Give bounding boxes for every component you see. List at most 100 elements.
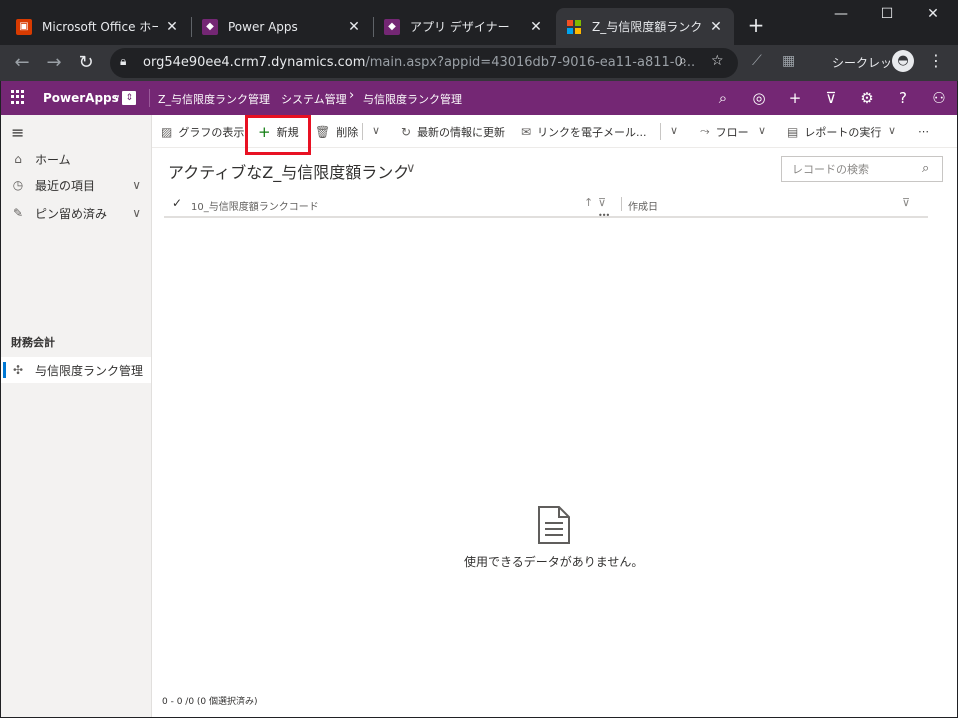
zoom-search-icon[interactable]: ⌕ (679, 53, 687, 69)
chevron-down-icon[interactable]: ∨ (670, 124, 678, 137)
chevron-right-icon: › (349, 88, 355, 103)
column-header-rank-code[interactable]: 10_与信限度額ランクコード (191, 198, 319, 213)
microsoft-icon (566, 19, 582, 35)
chevron-down-icon: ∨ (132, 206, 141, 220)
sidebar-item-recent[interactable]: ◷ 最近の項目 ∨ (1, 172, 151, 198)
view-title[interactable]: アクティブなZ_与信限度額ランク (168, 159, 409, 183)
incognito-icon[interactable]: ◓ (892, 50, 914, 72)
app-switcher[interactable]: ∨ ⇕ (113, 90, 141, 106)
user-icon[interactable]: ⚇ (929, 88, 949, 108)
chevron-down-icon[interactable]: ∨ (372, 124, 380, 137)
clock-icon: ◷ (12, 178, 24, 192)
show-chart-label: グラフの表示 (178, 125, 245, 139)
close-icon[interactable]: ✕ (346, 19, 362, 35)
browser-tabstrip: ▣ Microsoft Office ホーム ✕ ◆ Power Apps ✕ … (0, 0, 958, 45)
sidebar-item-home[interactable]: ⌂ ホーム (1, 146, 151, 172)
help-icon[interactable]: ? (893, 88, 913, 108)
chevron-down-icon[interactable]: ∨ (758, 124, 766, 137)
back-icon[interactable]: ← (10, 51, 34, 75)
switch-icon: ⇕ (122, 91, 137, 105)
puzzle-icon: ✣ (12, 363, 24, 377)
tab-title: Power Apps (228, 19, 298, 34)
browser-toolbar: ← → ↻ 🔒︎ org54e90ee4.crm7.dynamics.com/m… (0, 45, 958, 81)
chrome-menu-icon[interactable]: ⋮ (928, 51, 944, 70)
office-icon: ▣ (16, 18, 32, 35)
browser-tab-active[interactable]: Z_与信限度額ランク ア ✕ (556, 8, 734, 45)
refresh-icon: ↻ (401, 124, 412, 139)
chevron-down-icon[interactable]: ∨ (406, 161, 416, 176)
app-name[interactable]: PowerApps (43, 91, 119, 105)
trash-icon: 🗑︎ (315, 124, 331, 139)
breadcrumb-area[interactable]: システム管理 (281, 91, 347, 107)
chevron-down-icon[interactable]: ∨ (888, 124, 896, 137)
lock-icon: 🔒︎ (120, 54, 127, 68)
dynamics-app: PowerApps ∨ ⇕ Z_与信限度ランク管理 システム管理 › 与信限度ラ… (1, 81, 957, 717)
plus-icon[interactable]: + (785, 88, 805, 108)
record-search: ⌕ (781, 156, 943, 182)
delete-label: 削除 (336, 125, 359, 139)
breadcrumb-app[interactable]: Z_与信限度ランク管理 (158, 91, 270, 107)
browser-tab-powerapps[interactable]: ◆ Power Apps ✕ (192, 8, 372, 45)
more-icon: ⋯ (918, 125, 929, 138)
filter-icon[interactable]: ⊽ (598, 196, 606, 209)
star-icon[interactable]: ☆ (711, 53, 724, 69)
sidebar-item-pinned[interactable]: ✎ ピン留め済み ∨ (1, 200, 151, 226)
search-icon[interactable]: ⌕ (713, 88, 733, 108)
hamburger-icon[interactable]: ≡ (11, 123, 24, 142)
column-header-created-on[interactable]: 作成日 (628, 198, 658, 213)
run-report-button[interactable]: ▤ レポートの実行 (787, 115, 881, 148)
grid-header: ✓ 10_与信限度額ランクコード ↑ ⊽ ••• 作成日 ⊽ (164, 192, 928, 220)
column-resize-icon[interactable]: ••• (598, 211, 610, 220)
minimize-icon[interactable]: — (818, 6, 864, 22)
sidebar-item-credit-rank[interactable]: ✣ 与信限度ランク管理 (1, 357, 151, 383)
target-icon[interactable]: ◎ (749, 88, 769, 108)
filter-icon[interactable]: ⊽ (902, 196, 910, 209)
more-commands-button[interactable]: ⋯ (918, 115, 929, 148)
url-host: org54e90ee4.crm7.dynamics.com (143, 55, 366, 70)
close-icon[interactable]: ✕ (708, 19, 724, 35)
command-divider (660, 123, 661, 140)
browser-tab-office[interactable]: ▣ Microsoft Office ホーム ✕ (6, 8, 190, 45)
show-chart-button[interactable]: ▨ グラフの表示 (161, 115, 244, 148)
maximize-icon[interactable]: ☐ (864, 6, 910, 22)
sidebar-item-label: 与信限度ランク管理 (35, 363, 144, 378)
reload-icon[interactable]: ↻ (74, 51, 98, 75)
sidebar-item-label: ピン留め済み (35, 206, 108, 221)
flow-button[interactable]: ⤳ フロー (700, 115, 749, 148)
url-path: /main.aspx?appid=43016db7-9016-ea11-a811… (365, 55, 696, 70)
flow-icon: ⤳ (700, 124, 710, 138)
record-count: 0 - 0 /0 (0 個選択済み) (162, 697, 258, 707)
email-link-button[interactable]: ✉ リンクを電子メール... (521, 115, 647, 148)
run-report-label: レポートの実行 (804, 125, 882, 139)
sort-ascending-icon[interactable]: ↑ (584, 196, 593, 209)
flow-label: フロー (715, 125, 749, 139)
forward-icon[interactable]: → (42, 51, 66, 75)
header-divider (149, 89, 150, 107)
breadcrumb-page: 与信限度ランク管理 (363, 93, 462, 106)
close-window-icon[interactable]: ✕ (910, 6, 956, 22)
search-icon[interactable]: ⌕ (922, 161, 929, 176)
address-bar[interactable]: 🔒︎ org54e90ee4.crm7.dynamics.com/main.as… (110, 48, 738, 78)
close-icon[interactable]: ✕ (164, 19, 180, 35)
waffle-icon[interactable] (11, 90, 25, 104)
mail-icon: ✉ (521, 124, 532, 139)
filter-icon[interactable]: ⊽ (821, 88, 841, 108)
new-tab-button[interactable]: + (744, 14, 768, 36)
extension-icon[interactable]: ⟋ (752, 53, 762, 69)
gear-icon[interactable]: ⚙ (857, 88, 877, 108)
search-input[interactable] (782, 157, 920, 181)
refresh-label: 最新の情報に更新 (417, 125, 506, 139)
select-all-checkbox[interactable]: ✓ (172, 196, 182, 210)
refresh-button[interactable]: ↻ 最新の情報に更新 (401, 115, 505, 148)
sidebar-item-label: 最近の項目 (35, 178, 96, 193)
close-icon[interactable]: ✕ (528, 19, 544, 35)
sidebar-item-label: ホーム (35, 152, 71, 167)
column-divider (621, 197, 622, 211)
tab-title: アプリ デザイナー (410, 20, 510, 34)
extension-icon[interactable]: ▦ (782, 53, 795, 69)
command-divider (362, 123, 363, 140)
delete-button[interactable]: 🗑︎ 削除 (315, 115, 358, 148)
powerapps-icon: ◆ (202, 18, 218, 35)
app-header: PowerApps ∨ ⇕ Z_与信限度ランク管理 システム管理 › 与信限度ラ… (1, 81, 957, 115)
browser-tab-app-designer[interactable]: ◆ アプリ デザイナー ✕ (374, 8, 554, 45)
